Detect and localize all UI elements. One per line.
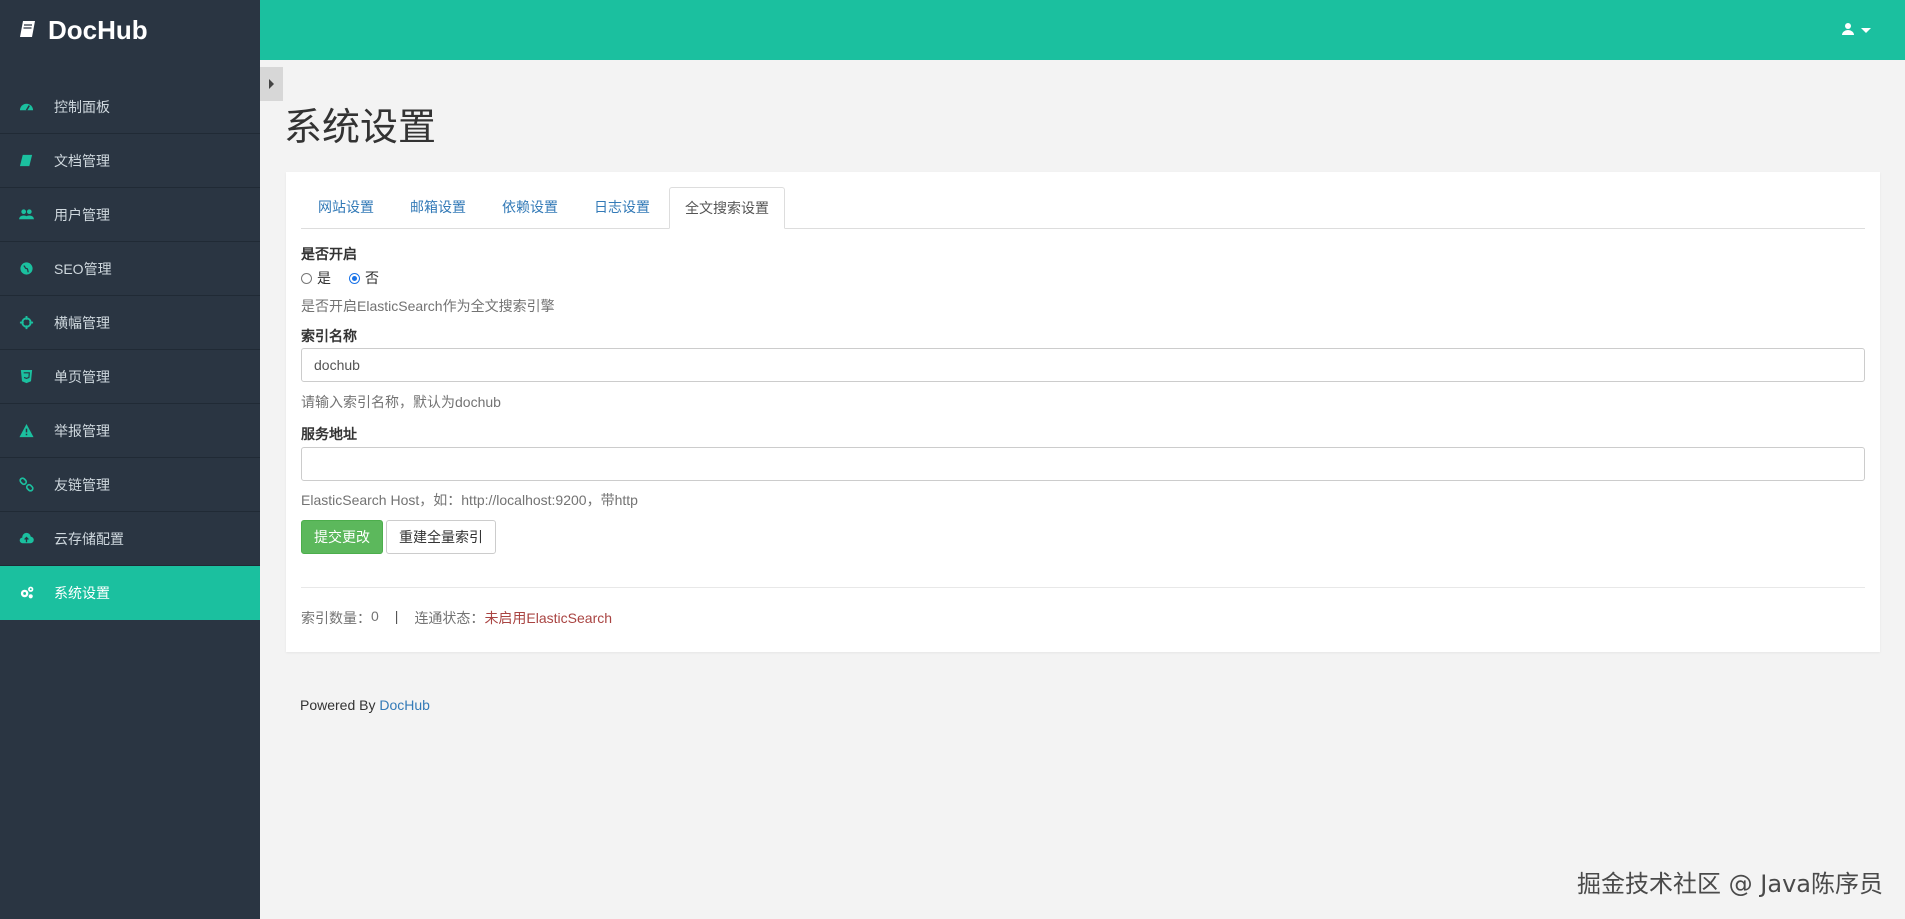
sidebar-item-label: 友链管理 — [54, 476, 110, 493]
enable-label: 是否开启 — [301, 246, 357, 262]
sidebar-item-label: 文档管理 — [54, 152, 110, 169]
enable-help-text: 是否开启ElasticSearch作为全文搜索引擎 — [301, 298, 555, 314]
sidebar-item-label: 用户管理 — [54, 206, 110, 223]
book-icon — [18, 153, 34, 169]
user-menu[interactable] — [1841, 22, 1871, 39]
book-icon — [18, 15, 38, 46]
sidebar: DocHub 控制面板 文档管理 用户管理 SEO管理 横幅管理 单页管理 举报… — [0, 0, 260, 919]
sidebar-item-system-settings[interactable]: 系统设置 — [0, 566, 260, 620]
crosshair-icon — [18, 315, 34, 331]
sidebar-item-label: 系统设置 — [54, 584, 110, 601]
sidebar-item-cloud-storage[interactable]: 云存储配置 — [0, 512, 260, 566]
sidebar-item-dashboard[interactable]: 控制面板 — [0, 80, 260, 134]
host-input[interactable] — [301, 447, 1865, 481]
host-label: 服务地址 — [301, 426, 357, 442]
tab-email-settings[interactable]: 邮箱设置 — [393, 187, 483, 227]
brand-name: DocHub — [48, 14, 148, 45]
sidebar-item-label: 控制面板 — [54, 98, 110, 115]
settings-tabs: 网站设置 邮箱设置 依赖设置 日志设置 全文搜索设置 — [301, 187, 1865, 229]
watermark: 掘金技术社区 @ Java陈序员 — [1577, 870, 1883, 898]
sidebar-item-label: SEO管理 — [54, 260, 112, 277]
caret-down-icon — [1861, 28, 1871, 33]
connection-status-label: 连通状态： — [414, 610, 485, 626]
index-name-help-text: 请输入索引名称，默认为dochub — [301, 394, 501, 410]
link-icon — [18, 477, 34, 493]
radio-label: 是 — [317, 270, 331, 286]
sidebar-item-banners[interactable]: 横幅管理 — [0, 296, 260, 350]
sidebar-item-users[interactable]: 用户管理 — [0, 188, 260, 242]
radio-circle-checked[interactable] — [349, 272, 360, 284]
sidebar-item-pages[interactable]: 单页管理 — [0, 350, 260, 404]
top-navbar — [260, 0, 1905, 60]
sidebar-item-label: 云存储配置 — [54, 530, 124, 547]
sidebar-item-reports[interactable]: 举报管理 — [0, 404, 260, 458]
radio-circle[interactable] — [301, 272, 312, 284]
tab-dependency-settings[interactable]: 依赖设置 — [485, 187, 575, 227]
index-count-label: 索引数量： — [301, 610, 371, 626]
html5-icon — [18, 369, 34, 385]
sidebar-item-label: 举报管理 — [54, 422, 110, 439]
rebuild-index-button[interactable]: 重建全量索引 — [386, 520, 496, 554]
sidebar-menu: 控制面板 文档管理 用户管理 SEO管理 横幅管理 单页管理 举报管理 友链管理… — [0, 80, 260, 620]
divider — [301, 587, 1865, 588]
users-icon — [18, 207, 34, 223]
warning-icon — [18, 423, 34, 439]
dochub-link[interactable]: DocHub — [379, 697, 430, 713]
cloud-upload-icon — [18, 531, 34, 547]
host-help-text: ElasticSearch Host，如：http://localhost:92… — [301, 492, 638, 508]
submit-changes-button[interactable]: 提交更改 — [301, 520, 383, 554]
sidebar-item-links[interactable]: 友链管理 — [0, 458, 260, 512]
tab-fulltext-search-settings[interactable]: 全文搜索设置 — [669, 187, 785, 229]
enable-yes-radio[interactable]: 是 — [301, 268, 331, 288]
index-count-value: 0 — [371, 608, 379, 624]
footer: Powered By DocHub — [300, 697, 430, 713]
caret-right-icon — [269, 79, 274, 89]
enable-radio-group: 是 否 — [301, 268, 397, 288]
dashboard-icon — [18, 99, 34, 115]
index-name-input[interactable] — [301, 348, 1865, 382]
sidebar-item-label: 横幅管理 — [54, 314, 110, 331]
cogs-icon — [18, 585, 34, 601]
sidebar-toggle-button[interactable] — [260, 67, 283, 101]
user-icon — [1841, 22, 1855, 39]
powered-by-text: Powered By — [300, 697, 380, 713]
brand-logo[interactable]: DocHub — [0, 0, 260, 60]
enable-no-radio[interactable]: 否 — [349, 268, 379, 288]
index-status: 索引数量： 0 | 连通状态： 未启用ElasticSearch — [301, 608, 612, 628]
settings-panel: 网站设置 邮箱设置 依赖设置 日志设置 全文搜索设置 是否开启 是 否 是否开启… — [286, 172, 1880, 652]
sidebar-item-label: 单页管理 — [54, 368, 110, 385]
sidebar-item-documents[interactable]: 文档管理 — [0, 134, 260, 188]
globe-icon — [18, 261, 34, 277]
index-name-label: 索引名称 — [301, 328, 357, 344]
status-separator: | — [394, 608, 399, 624]
radio-label: 否 — [365, 270, 379, 286]
sidebar-item-seo[interactable]: SEO管理 — [0, 242, 260, 296]
page-title: 系统设置 — [284, 107, 437, 149]
tab-site-settings[interactable]: 网站设置 — [301, 187, 391, 227]
tab-log-settings[interactable]: 日志设置 — [577, 187, 667, 227]
connection-status-value: 未启用ElasticSearch — [484, 610, 613, 626]
